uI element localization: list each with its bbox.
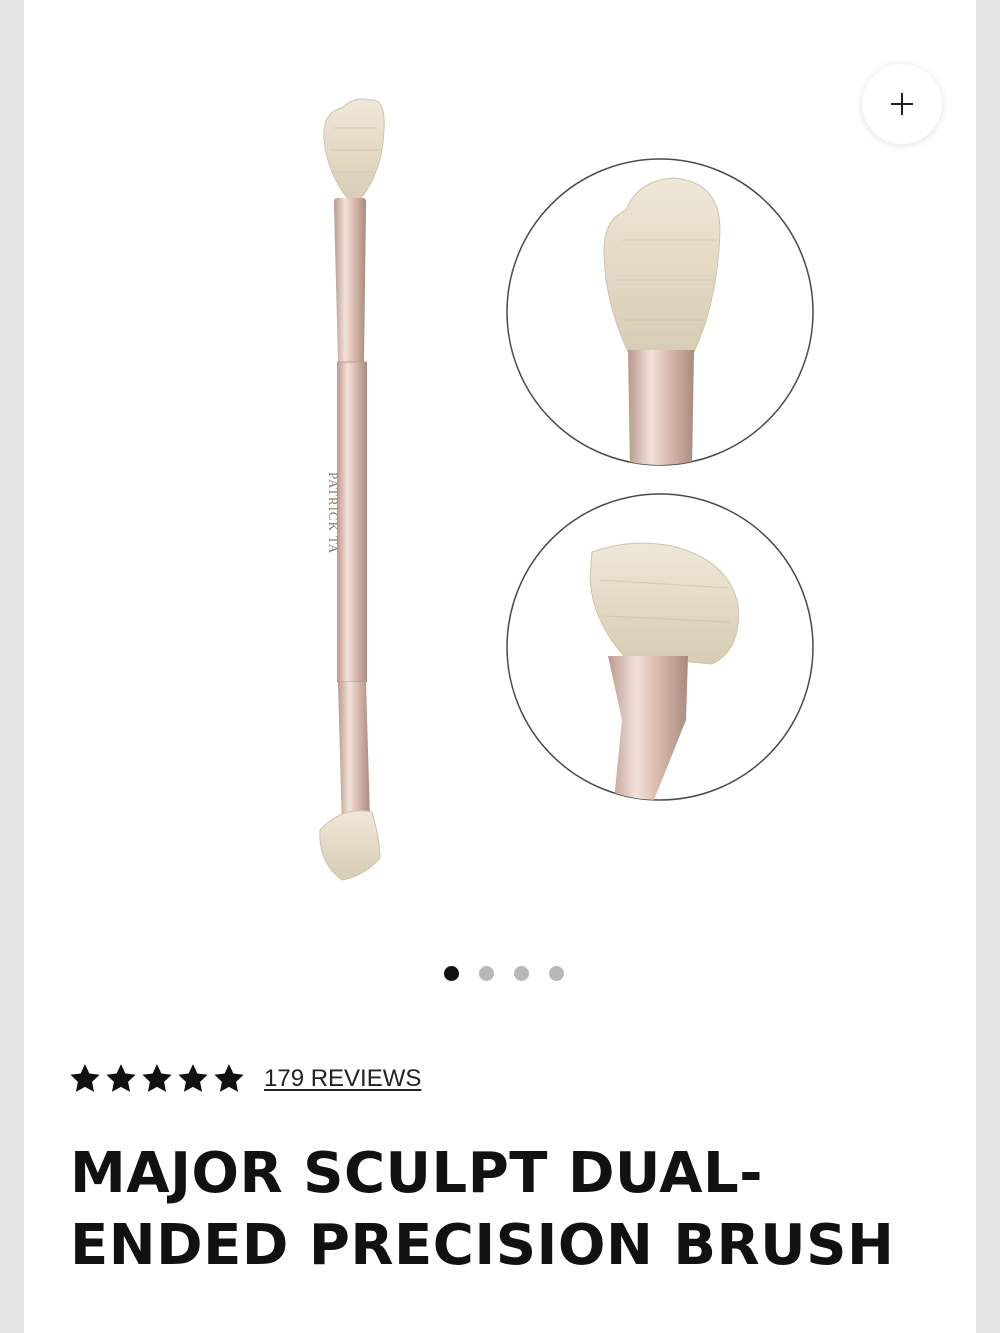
product-image-gallery[interactable]: PATRICK TA — [24, 0, 976, 940]
star-icon — [106, 1064, 136, 1092]
brand-engraving: PATRICK TA — [326, 472, 341, 555]
pagination-dot-4[interactable] — [549, 966, 564, 981]
pagination-dot-3[interactable] — [514, 966, 529, 981]
star-icon — [70, 1064, 100, 1092]
brush-detail-angled-end — [506, 493, 814, 801]
star-icon — [178, 1064, 208, 1092]
reviews-link[interactable]: 179 REVIEWS — [264, 1065, 421, 1093]
brush-detail-blending-end — [506, 158, 814, 466]
gallery-pagination — [444, 966, 564, 981]
product-page: PATRICK TA 179 REVIEWS MAJOR SCULPT DUAL… — [24, 0, 976, 1333]
star-icon — [142, 1064, 172, 1092]
pagination-dot-1[interactable] — [444, 966, 459, 981]
pagination-dot-2[interactable] — [479, 966, 494, 981]
plus-icon — [891, 93, 913, 115]
star-icon — [214, 1064, 244, 1092]
star-rating — [68, 1062, 246, 1096]
product-image — [319, 98, 814, 881]
product-rating: 179 REVIEWS — [68, 1062, 421, 1096]
zoom-button[interactable] — [862, 64, 942, 144]
product-title: MAJOR SCULPT DUAL-ENDED PRECISION BRUSH — [70, 1141, 895, 1278]
